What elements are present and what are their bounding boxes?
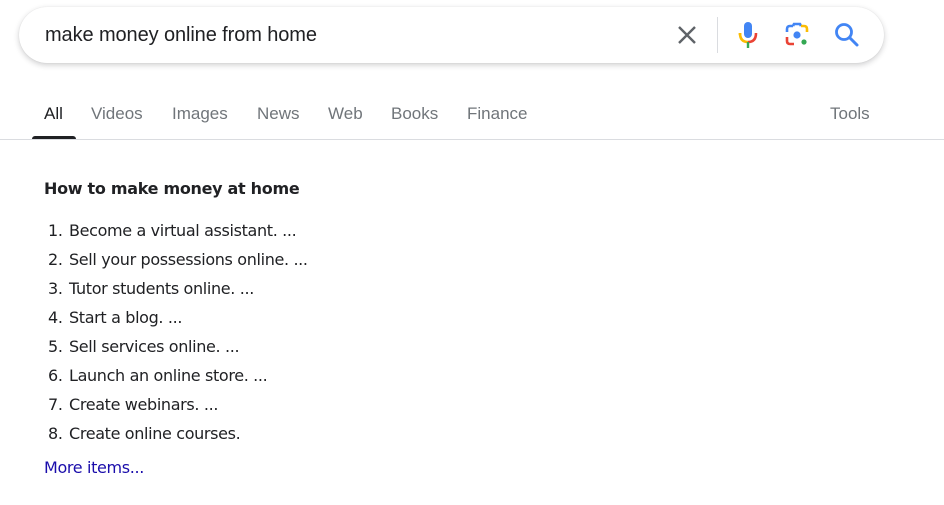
microphone-icon	[738, 22, 758, 48]
search-tabs: All Videos Images News Web Books Finance…	[0, 88, 944, 140]
search-input[interactable]: make money online from home	[45, 22, 317, 48]
more-items-link[interactable]: More items...	[44, 457, 144, 479]
list-item: 8. Create online courses.	[44, 419, 644, 448]
list-item-text: Create webinars. ...	[69, 395, 219, 414]
list-item-number: 5.	[48, 337, 63, 356]
tab-books[interactable]: Books	[391, 103, 438, 125]
tools-button[interactable]: Tools	[830, 103, 870, 125]
tab-images[interactable]: Images	[172, 103, 228, 125]
list-item-number: 2.	[48, 250, 63, 269]
tab-all[interactable]: All	[44, 103, 63, 125]
snippet-title: How to make money at home	[44, 179, 300, 198]
list-item: 6. Launch an online store. ...	[44, 361, 644, 390]
clear-search-button[interactable]	[673, 20, 701, 50]
tab-videos[interactable]: Videos	[91, 103, 143, 125]
list-item-text: Create online courses.	[69, 424, 241, 443]
search-submit-button[interactable]	[833, 21, 861, 49]
list-item-number: 4.	[48, 308, 63, 327]
list-item-text: Sell services online. ...	[69, 337, 240, 356]
list-item: 4. Start a blog. ...	[44, 303, 644, 332]
featured-snippet: How to make money at home 1. Become a vir…	[44, 178, 644, 479]
tab-web[interactable]: Web	[328, 103, 363, 125]
search-bar: make money online from home	[19, 7, 884, 63]
list-item: 2. Sell your possessions online. ...	[44, 245, 644, 274]
list-item: 3. Tutor students online. ...	[44, 274, 644, 303]
list-item-text: Tutor students online. ...	[69, 279, 254, 298]
list-item-number: 6.	[48, 366, 63, 385]
list-item: 5. Sell services online. ...	[44, 332, 644, 361]
list-item: 1. Become a virtual assistant. ...	[44, 216, 644, 245]
search-icon	[835, 23, 859, 47]
list-item-text: Launch an online store. ...	[69, 366, 268, 385]
lens-search-button[interactable]	[783, 21, 811, 49]
tab-news[interactable]: News	[257, 103, 300, 125]
list-item-text: Start a blog. ...	[69, 308, 183, 327]
active-tab-indicator	[32, 136, 76, 139]
search-bar-divider	[717, 17, 718, 53]
camera-lens-icon	[785, 22, 809, 46]
tab-finance[interactable]: Finance	[467, 103, 527, 125]
list-item-text: Sell your possessions online. ...	[69, 250, 308, 269]
close-icon	[678, 26, 696, 44]
voice-search-button[interactable]	[735, 21, 761, 49]
list-item-number: 1.	[48, 221, 63, 240]
list-item-number: 3.	[48, 279, 63, 298]
list-item-number: 8.	[48, 424, 63, 443]
list-item-number: 7.	[48, 395, 63, 414]
list-item-text: Become a virtual assistant. ...	[69, 221, 297, 240]
list-item: 7. Create webinars. ...	[44, 390, 644, 419]
snippet-list: 1. Become a virtual assistant. ... 2. Sell…	[44, 216, 644, 448]
